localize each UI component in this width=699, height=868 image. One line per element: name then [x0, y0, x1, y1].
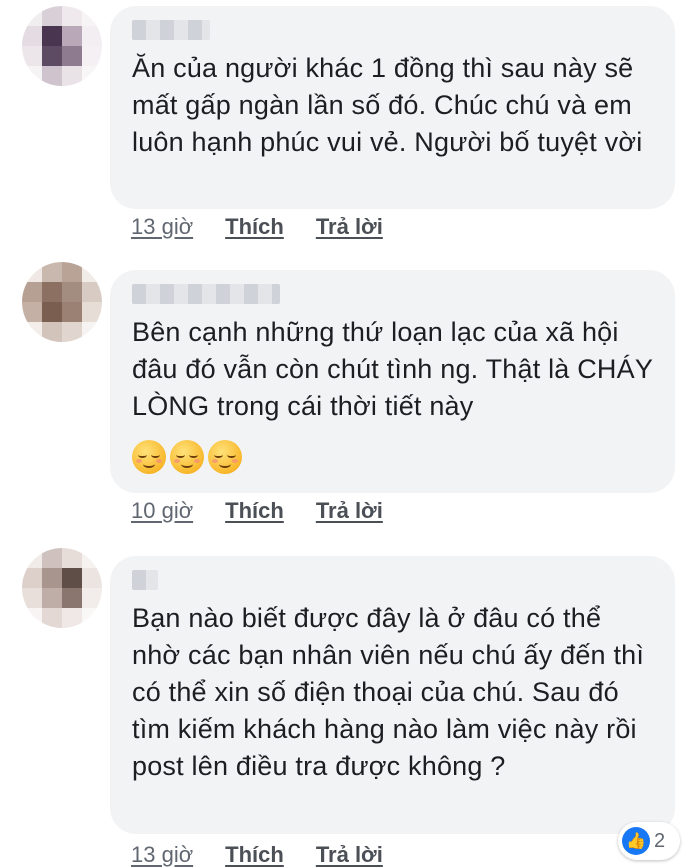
- comment-text: Bên cạnh những thứ loạn lạc của xã hội đ…: [132, 317, 653, 421]
- comment-actions: 13 giờ Thích Trả lời: [131, 842, 383, 868]
- commenter-name[interactable]: [132, 570, 158, 590]
- relieved-face-icon: [208, 440, 242, 474]
- comment-text: Ăn của người khác 1 đồng thì sau này sẽ …: [132, 53, 643, 157]
- comment-bubble: Bên cạnh những thứ loạn lạc của xã hội đ…: [110, 270, 675, 493]
- emoji-row: [132, 440, 242, 474]
- commenter-name[interactable]: [132, 20, 210, 40]
- reaction-count: 2: [654, 829, 666, 852]
- timestamp[interactable]: 13 giờ: [131, 842, 193, 868]
- avatar[interactable]: [22, 6, 102, 86]
- reply-button[interactable]: Trả lời: [316, 498, 383, 524]
- like-icon: 👍: [622, 827, 650, 855]
- comment-bubble: Ăn của người khác 1 đồng thì sau này sẽ …: [110, 6, 675, 209]
- timestamp[interactable]: 13 giờ: [131, 214, 193, 240]
- comment-actions: 13 giờ Thích Trả lời: [131, 214, 383, 240]
- relieved-face-icon: [170, 440, 204, 474]
- commenter-name[interactable]: [132, 284, 280, 304]
- reaction-summary[interactable]: 👍 2: [618, 822, 680, 860]
- like-button[interactable]: Thích: [225, 842, 284, 868]
- timestamp[interactable]: 10 giờ: [131, 498, 193, 524]
- avatar[interactable]: [22, 262, 102, 342]
- comment-actions: 10 giờ Thích Trả lời: [131, 498, 383, 524]
- reply-button[interactable]: Trả lời: [316, 214, 383, 240]
- avatar[interactable]: [22, 548, 102, 628]
- reply-button[interactable]: Trả lời: [316, 842, 383, 868]
- like-button[interactable]: Thích: [225, 498, 284, 524]
- comment-text: Bạn nào biết được đây là ở đâu có thể nh…: [132, 603, 645, 781]
- like-button[interactable]: Thích: [225, 214, 284, 240]
- relieved-face-icon: [132, 440, 166, 474]
- comment-bubble: Bạn nào biết được đây là ở đâu có thể nh…: [110, 556, 675, 834]
